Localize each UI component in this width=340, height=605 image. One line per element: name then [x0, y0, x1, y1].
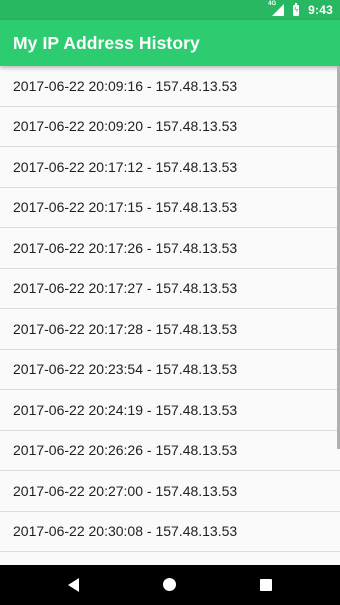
home-button[interactable]	[140, 565, 200, 605]
recents-button[interactable]	[236, 565, 296, 605]
back-icon	[68, 578, 79, 592]
list-item[interactable]: 2017-06-22 20:17:12 - 157.48.13.53	[0, 147, 340, 188]
list-item-text: 2017-06-22 20:27:00 - 157.48.13.53	[13, 482, 238, 499]
list-item-text: 2017-06-22 20:30:08 - 157.48.13.53	[13, 523, 238, 540]
list-item[interactable]: 2017-06-22 20:17:27 - 157.48.13.53	[0, 269, 340, 309]
signal-icon: 4G	[268, 1, 285, 16]
list-item[interactable]: 2017-06-22 20:09:20 - 157.48.13.53	[0, 107, 340, 147]
list-item[interactable]: 2017-06-22 20:24:19 - 157.48.13.53	[0, 390, 340, 431]
recents-icon	[260, 579, 272, 591]
list-item-text: 2017-06-22 20:17:27 - 157.48.13.53	[13, 280, 238, 297]
list-item-text: 2017-06-22 20:17:12 - 157.48.13.53	[13, 158, 238, 175]
list-item[interactable]: 2017-06-22 20:09:16 - 157.48.13.53	[0, 66, 340, 107]
app-bar: My IP Address History	[0, 20, 340, 66]
list-item[interactable]: 2017-06-22 20:17:26 - 157.48.13.53	[0, 228, 340, 269]
list-item-text: 2017-06-22 20:26:26 - 157.48.13.53	[13, 442, 238, 459]
list-item[interactable]: 2017-06-22 20:30:08 - 157.48.13.53	[0, 512, 340, 552]
page-title: My IP Address History	[13, 33, 200, 53]
list-item[interactable]: 2017-06-22 20:27:00 - 157.48.13.53	[0, 471, 340, 512]
list-item-text: 2017-06-22 20:17:26 - 157.48.13.53	[13, 239, 238, 256]
battery-icon: ϟ	[293, 2, 300, 16]
list-item-text: 2017-06-22 20:09:16 - 157.48.13.53	[13, 77, 238, 94]
back-button[interactable]	[44, 565, 104, 605]
list-item[interactable]: 2017-06-22 20:26:26 - 157.48.13.53	[0, 431, 340, 471]
list-item-text: 2017-06-22 20:17:28 - 157.48.13.53	[13, 320, 238, 337]
list-item[interactable]	[0, 552, 340, 565]
list-item[interactable]: 2017-06-22 20:17:28 - 157.48.13.53	[0, 309, 340, 350]
list-item[interactable]: 2017-06-22 20:17:15 - 157.48.13.53	[0, 188, 340, 228]
list-item-text: 2017-06-22 20:24:19 - 157.48.13.53	[13, 401, 238, 418]
list-item[interactable]: 2017-06-22 20:23:54 - 157.48.13.53	[0, 350, 340, 390]
list-item-text: 2017-06-22 20:09:20 - 157.48.13.53	[13, 118, 238, 135]
list-item-text: 2017-06-22 20:17:15 - 157.48.13.53	[13, 199, 238, 216]
navigation-bar	[0, 565, 340, 605]
home-icon	[163, 578, 176, 591]
status-time: 9:43	[308, 3, 333, 17]
ip-history-list[interactable]: 2017-06-22 20:09:16 - 157.48.13.53 2017-…	[0, 66, 340, 565]
list-item-text: 2017-06-22 20:23:54 - 157.48.13.53	[13, 361, 238, 378]
status-bar: 4G ϟ 9:43	[0, 0, 340, 20]
